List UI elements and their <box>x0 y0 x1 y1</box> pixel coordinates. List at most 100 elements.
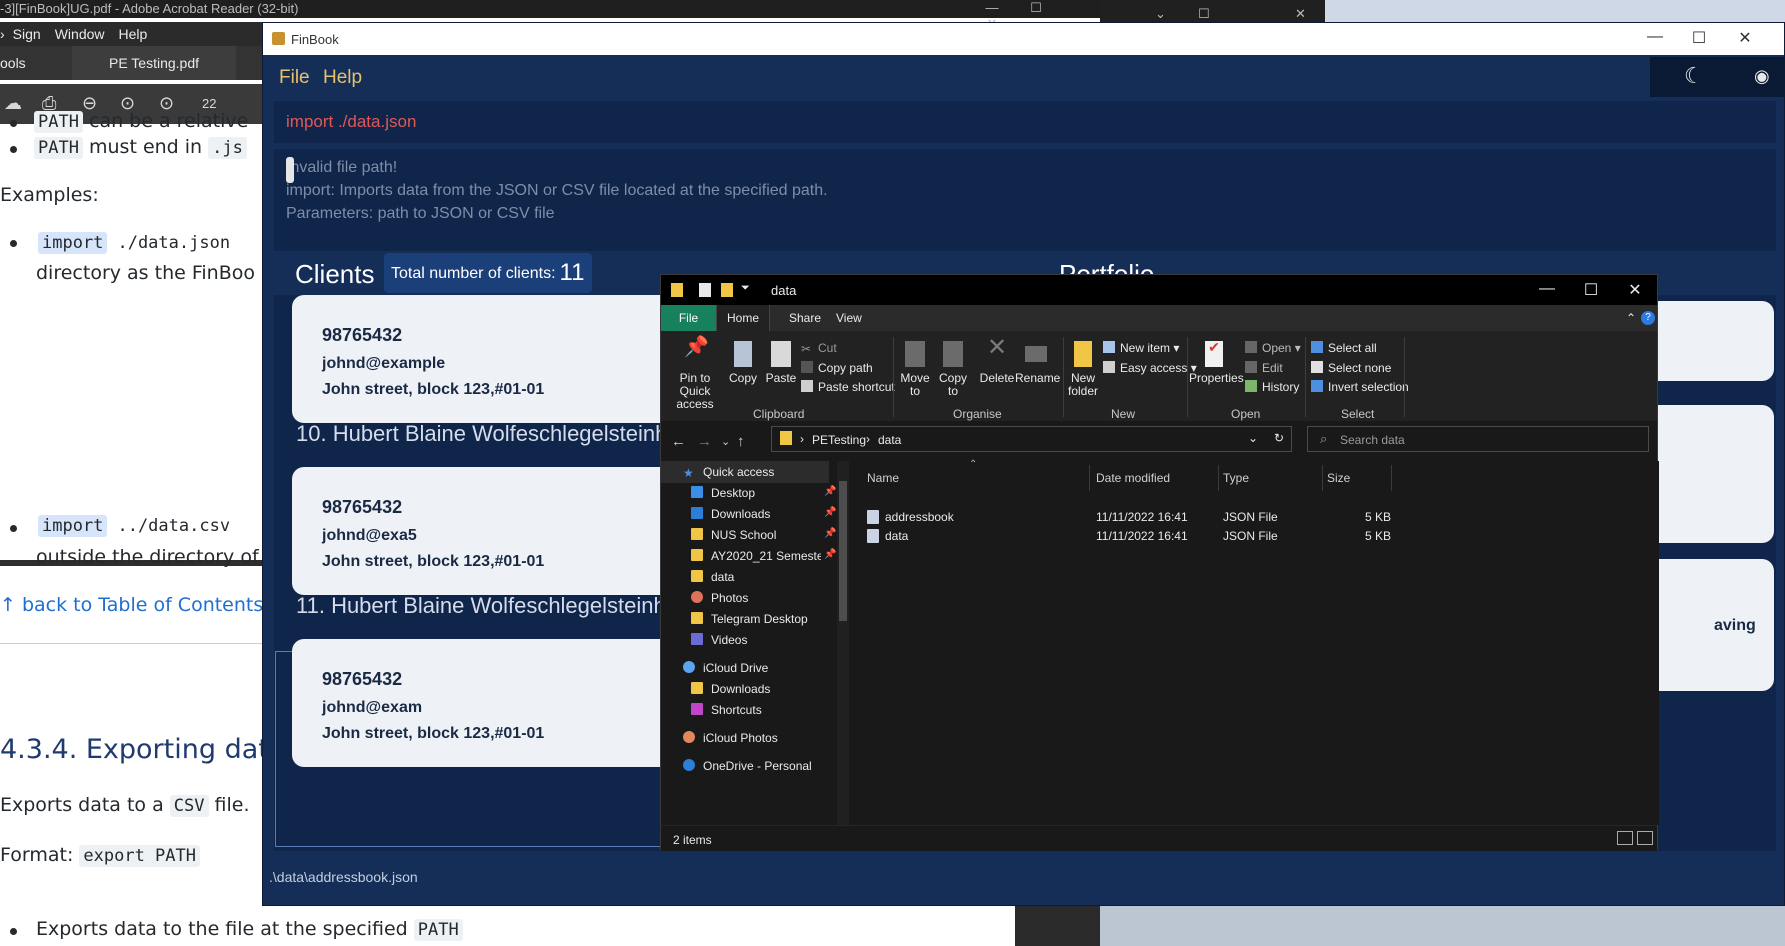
tab-tools[interactable]: ools <box>0 46 26 80</box>
back-to-toc-link[interactable]: ↑ back to Table of Contents <box>0 594 263 616</box>
chevron-down-icon[interactable]: ⌄ <box>1155 6 1166 22</box>
nav-desktop[interactable]: Desktop <box>691 486 755 500</box>
customize-qat-icon[interactable]: ⏷ <box>741 282 750 295</box>
item-count: 2 items <box>673 833 712 847</box>
client-name[interactable]: 11. Hubert Blaine Wolfeschlegelsteinh <box>296 593 666 619</box>
menu-sign[interactable]: Sign <box>13 26 41 42</box>
nav-icloud-drive[interactable]: iCloud Drive <box>683 661 768 675</box>
moon-icon[interactable]: ☾ <box>1684 63 1704 89</box>
new-folder-button[interactable]: New folder <box>1065 341 1101 398</box>
details-view-icon[interactable] <box>1617 831 1633 845</box>
back-icon[interactable]: ← <box>671 433 686 450</box>
nav-quick-access[interactable]: ★ Quick access <box>683 465 774 480</box>
cut-button[interactable]: ✂ Cut <box>801 341 837 356</box>
client-card[interactable]: 98765432 johnd@exam John street, block 1… <box>292 639 692 767</box>
close-icon[interactable]: ✕ <box>1295 6 1306 22</box>
nav-telegram[interactable]: Telegram Desktop <box>691 612 808 626</box>
help-icon[interactable]: ? <box>1641 311 1655 325</box>
open-button[interactable]: Open ▾ <box>1245 341 1301 355</box>
client-card[interactable]: 98765432 johnd@exa5 John street, block 1… <box>292 467 692 595</box>
breadcrumb-data[interactable]: data <box>878 433 901 447</box>
breadcrumb-petesting[interactable]: PETesting <box>812 433 866 447</box>
command-box[interactable]: import ./data.json <box>274 101 1776 143</box>
upload-icon[interactable]: ☁ <box>4 93 22 114</box>
file-row[interactable]: data 11/11/2022 16:41 JSON File 5 KB <box>857 526 1597 546</box>
nav-photos[interactable]: Photos <box>691 591 748 605</box>
column-separator[interactable] <box>1218 465 1219 491</box>
delete-button[interactable]: ✕ Delete <box>979 336 1015 385</box>
scrollbar-thumb[interactable] <box>839 481 847 621</box>
recent-locations-icon[interactable]: ⌄ <box>721 435 730 448</box>
pin-to-quick-access-button[interactable]: 📌 Pin to Quick access <box>667 337 723 411</box>
forward-icon[interactable]: → <box>697 433 712 450</box>
minimize-icon[interactable]: — <box>1525 280 1569 298</box>
paste-shortcut-button[interactable]: Paste shortcut <box>801 380 895 394</box>
new-item-button[interactable]: New item ▾ <box>1103 341 1179 355</box>
move-to-button[interactable]: Move to <box>897 341 933 398</box>
column-date-modified[interactable]: Date modified <box>1096 471 1170 485</box>
nav-shortcuts[interactable]: Shortcuts <box>691 703 762 717</box>
client-name[interactable]: 10. Hubert Blaine Wolfeschlegelsteinh <box>296 421 667 447</box>
properties-icon[interactable] <box>699 283 711 297</box>
tab-file[interactable]: File <box>661 305 716 331</box>
minimize-icon[interactable]: — <box>970 0 1014 15</box>
minimize-icon[interactable]: — <box>1635 28 1675 46</box>
large-icons-view-icon[interactable] <box>1637 831 1653 845</box>
command-input[interactable]: import ./data.json <box>286 112 416 132</box>
nav-icloud-photos[interactable]: iCloud Photos <box>683 731 778 745</box>
nav-nus-school[interactable]: NUS School <box>691 528 776 542</box>
menu-window[interactable]: Window <box>55 26 105 42</box>
paste-button[interactable]: Paste <box>764 341 798 385</box>
scrollbar[interactable] <box>286 157 294 183</box>
column-size[interactable]: Size <box>1327 471 1350 485</box>
nav-downloads[interactable]: Downloads <box>691 507 770 521</box>
close-icon[interactable]: ✕ <box>1725 28 1765 48</box>
nav-ay2020[interactable]: AY2020_21 Semester 1 (D <box>691 549 821 563</box>
search-input[interactable]: Search data <box>1340 433 1405 447</box>
close-icon[interactable]: ✕ <box>1613 280 1657 300</box>
client-card[interactable]: 98765432 johnd@example John street, bloc… <box>292 295 692 423</box>
select-none-button[interactable]: Select none <box>1311 361 1391 375</box>
menu-file[interactable]: File <box>279 67 310 89</box>
maximize-icon[interactable]: ☐ <box>1679 28 1719 48</box>
address-bar[interactable]: › PETesting › data ⌄ ↻ <box>771 426 1292 452</box>
new-folder-icon[interactable] <box>721 283 733 297</box>
maximize-icon[interactable]: ☐ <box>1198 6 1210 22</box>
nav-scrollbar[interactable] <box>837 461 849 825</box>
search-box[interactable]: ⌕ Search data <box>1307 426 1649 452</box>
file-row[interactable]: addressbook 11/11/2022 16:41 JSON File 5… <box>857 507 1597 527</box>
chevron-up-icon[interactable]: ⌃ <box>1626 311 1636 325</box>
tab-view[interactable]: View <box>836 311 862 325</box>
refresh-icon[interactable]: ↻ <box>1274 431 1284 445</box>
properties-button[interactable]: ✔ Properties <box>1189 340 1244 385</box>
history-button[interactable]: History <box>1245 380 1299 394</box>
nav-videos[interactable]: Videos <box>691 633 747 647</box>
eye-icon[interactable]: ◉ <box>1754 66 1770 87</box>
select-all-button[interactable]: Select all <box>1311 341 1377 355</box>
menu-help[interactable]: Help <box>119 26 148 42</box>
maximize-icon[interactable]: ☐ <box>1569 280 1613 300</box>
chevron-down-icon[interactable]: ⌄ <box>1248 431 1258 445</box>
column-type[interactable]: Type <box>1223 471 1249 485</box>
column-separator[interactable] <box>1089 465 1090 491</box>
menu-help[interactable]: Help <box>323 67 362 89</box>
copy-path-button[interactable]: Copy path <box>801 361 873 375</box>
rename-button[interactable]: Rename <box>1015 341 1060 385</box>
tab-document[interactable]: PE Testing.pdf <box>72 46 236 80</box>
up-icon[interactable]: ↑ <box>737 433 745 450</box>
nav-icloud-downloads[interactable]: Downloads <box>691 682 770 696</box>
invert-selection-button[interactable]: Invert selection <box>1311 380 1409 394</box>
easy-access-button[interactable]: Easy access ▾ <box>1103 361 1197 375</box>
maximize-icon[interactable]: ☐ <box>1014 0 1058 16</box>
edit-button[interactable]: Edit <box>1245 361 1283 375</box>
column-separator[interactable] <box>1391 465 1392 491</box>
nav-data[interactable]: data <box>691 570 734 584</box>
tab-share[interactable]: Share <box>789 311 821 325</box>
column-separator[interactable] <box>1322 465 1323 491</box>
copy-to-button[interactable]: Copy to <box>935 341 971 398</box>
tab-home[interactable]: Home <box>716 305 770 331</box>
nav-onedrive[interactable]: OneDrive - Personal <box>683 759 812 773</box>
copy-button[interactable]: Copy <box>727 341 759 385</box>
column-name[interactable]: Name <box>867 471 899 485</box>
page-number[interactable]: 22 <box>202 96 216 111</box>
